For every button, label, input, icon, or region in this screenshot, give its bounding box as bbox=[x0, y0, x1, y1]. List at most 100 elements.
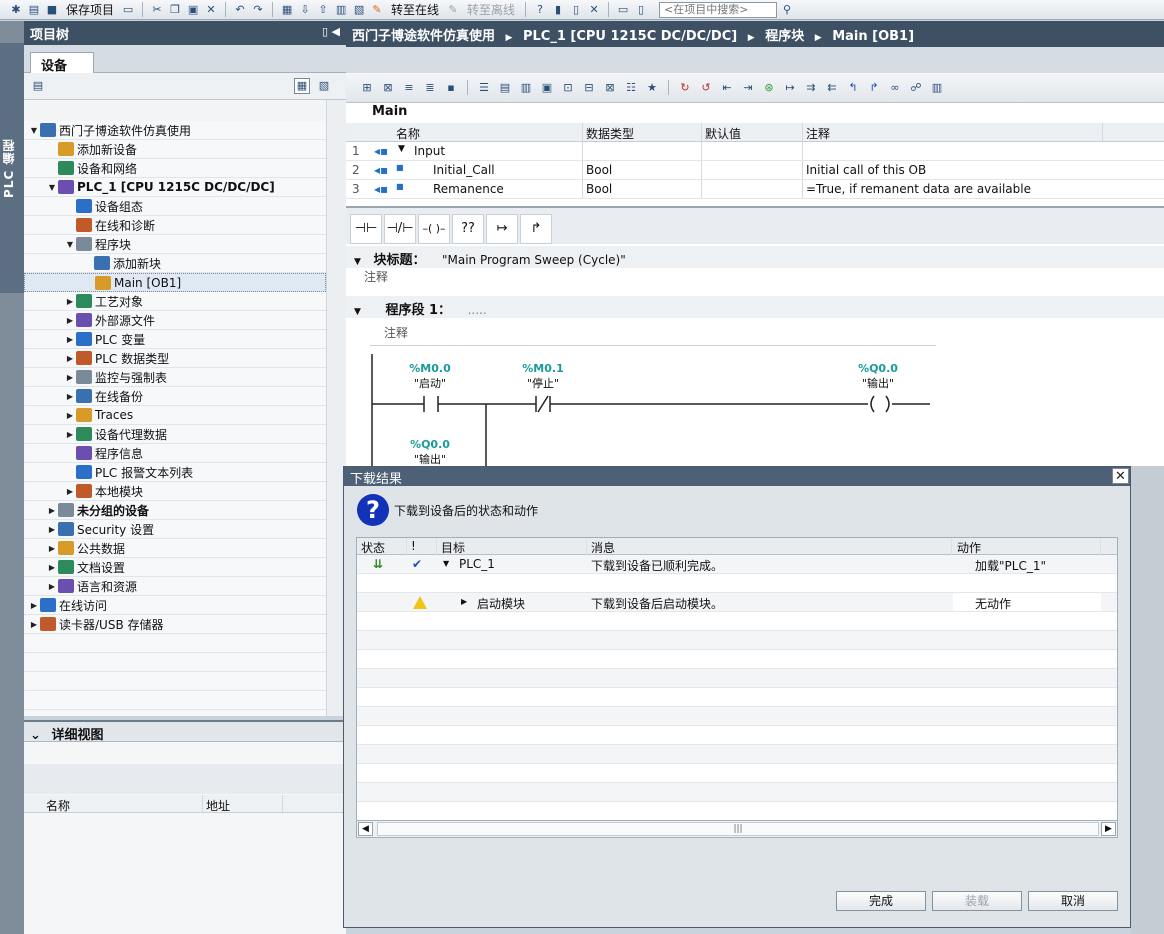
coil-output-label[interactable]: %Q0.0 "输出" bbox=[852, 362, 904, 391]
chevron-right-icon[interactable]: ▶ bbox=[28, 620, 40, 629]
open-branch-button[interactable]: ↦ bbox=[486, 214, 518, 244]
tree-item[interactable]: ▶ 在线备份 bbox=[24, 387, 326, 406]
no-contact-button[interactable]: ⊣⊢ bbox=[350, 214, 382, 244]
tree-item[interactable]: PLC 报警文本列表 bbox=[24, 463, 326, 482]
col-default[interactable]: 默认值 bbox=[705, 125, 741, 142]
tree-item[interactable]: 设备组态 bbox=[24, 197, 326, 216]
expand-networks-icon[interactable]: ▤ bbox=[496, 80, 514, 96]
block-comment[interactable]: 注释 bbox=[364, 268, 388, 285]
delete-icon[interactable]: ✕ bbox=[203, 2, 219, 18]
chevron-right-icon[interactable]: ▶ bbox=[46, 582, 58, 591]
search-icon[interactable]: ⚲ bbox=[779, 2, 795, 18]
action-cell[interactable]: 加载"PLC_1" bbox=[975, 557, 1046, 574]
chevron-down-icon[interactable]: ▼ bbox=[28, 126, 40, 135]
chevron-right-icon[interactable]: ▶ bbox=[64, 430, 76, 439]
tree-item[interactable]: ▶ PLC 变量 bbox=[24, 330, 326, 349]
breadcrumb-project[interactable]: 西门子博途软件仿真使用 bbox=[352, 29, 495, 44]
block-title-row[interactable]: ▼ 块标题： "Main Program Sweep (Cycle)" bbox=[346, 246, 1164, 268]
address-display-icon[interactable]: ⊟ bbox=[580, 80, 598, 96]
chevron-right-icon[interactable]: ▶ bbox=[64, 487, 76, 496]
tree-item[interactable]: ▶ 在线访问 bbox=[24, 596, 326, 615]
tree-item[interactable]: ▶ 工艺对象 bbox=[24, 292, 326, 311]
tree-item[interactable]: ▶ 监控与强制表 bbox=[24, 368, 326, 387]
empty-box-button[interactable]: ?? bbox=[452, 214, 484, 244]
chevron-right-icon[interactable]: ▶ bbox=[64, 354, 76, 363]
favorites-icon[interactable]: ⊠ bbox=[601, 80, 619, 96]
breadcrumb-plc[interactable]: PLC_1 [CPU 1215C DC/DC/DC] bbox=[523, 29, 737, 44]
call-icon[interactable]: ↰ bbox=[844, 80, 862, 96]
tree-item[interactable]: ▼ 程序块 bbox=[24, 235, 326, 254]
table-row[interactable] bbox=[357, 574, 1117, 593]
tree-item[interactable]: 添加新块 bbox=[24, 254, 326, 273]
interface-row[interactable]: 3 ◂▪ ■ Remanence Bool =True, if remanent… bbox=[346, 180, 1164, 199]
outdent-icon[interactable]: ⇇ bbox=[823, 80, 841, 96]
chevron-right-icon[interactable]: ▶ bbox=[64, 411, 76, 420]
delete-network-icon[interactable]: ⊠ bbox=[379, 80, 397, 96]
split-horizontal-icon[interactable]: ▯ bbox=[568, 2, 584, 18]
action-select[interactable]: 无动作 bbox=[953, 593, 1101, 611]
col-type[interactable]: 数据类型 bbox=[586, 125, 634, 142]
accessible-devices-icon[interactable]: ▧ bbox=[351, 2, 367, 18]
contact-output-label[interactable]: %Q0.0 "输出" bbox=[404, 438, 456, 467]
detail-view-header[interactable]: ⌄ 详细视图 bbox=[24, 720, 346, 743]
close-icon[interactable]: ✕ bbox=[1112, 468, 1129, 484]
network-row[interactable]: ▼ 程序段 1： ..... bbox=[346, 296, 1164, 318]
list-icon[interactable]: ☷ bbox=[622, 80, 640, 96]
chevron-right-icon[interactable]: ▶ bbox=[64, 316, 76, 325]
interface-row[interactable]: 2 ◂▪ ■ Initial_Call Bool Initial call of… bbox=[346, 161, 1164, 180]
detail-col-address[interactable]: 地址 bbox=[206, 797, 230, 814]
coil-button[interactable]: –( )– bbox=[418, 214, 450, 244]
table-row[interactable]: ▶ 启动模块 下载到设备后启动模块。 无动作 bbox=[357, 593, 1117, 612]
cancel-button[interactable]: 取消 bbox=[1028, 891, 1118, 911]
close-editor-icon[interactable]: ✕ bbox=[586, 2, 602, 18]
tree-item[interactable]: ▶ 未分组的设备 bbox=[24, 501, 326, 520]
go-online-button[interactable]: 转至在线 bbox=[391, 1, 439, 18]
symbolic-operand-icon[interactable]: ⊡ bbox=[559, 80, 577, 96]
contact-stop-label[interactable]: %M0.1 "停止" bbox=[517, 362, 569, 391]
monitoring-on-icon[interactable]: ☍ bbox=[907, 80, 925, 96]
add-row-icon[interactable]: ≣ bbox=[421, 80, 439, 96]
diagnostics-icon[interactable]: ? bbox=[532, 2, 548, 18]
detail-col-name[interactable]: 名称 bbox=[46, 797, 70, 814]
output-coil[interactable] bbox=[870, 395, 875, 413]
next-error-icon[interactable]: ↺ bbox=[697, 80, 715, 96]
breadcrumb-blocks[interactable]: 程序块 bbox=[765, 29, 804, 44]
finish-button[interactable]: 完成 bbox=[836, 891, 926, 911]
overview-icon[interactable]: ▦ bbox=[294, 78, 310, 94]
bookmark-icon[interactable]: ★ bbox=[643, 80, 661, 96]
copy-icon[interactable]: ❐ bbox=[167, 2, 183, 18]
tree-item[interactable]: 在线和诊断 bbox=[24, 216, 326, 235]
save-icon[interactable]: ■ bbox=[44, 2, 60, 18]
scroll-left-icon[interactable]: ◀ bbox=[358, 822, 373, 836]
absolute-operand-icon[interactable]: ▪ bbox=[442, 80, 460, 96]
tree-item[interactable]: Main [OB1] bbox=[24, 273, 326, 292]
print-icon[interactable]: ▭ bbox=[120, 2, 136, 18]
interface-row[interactable]: 1 ◂▪ ▼ Input bbox=[346, 142, 1164, 161]
chevron-right-icon[interactable]: ▶ bbox=[64, 392, 76, 401]
align-icon[interactable]: ☰ bbox=[475, 80, 493, 96]
simulation-icon[interactable]: ▥ bbox=[333, 2, 349, 18]
chevron-right-icon[interactable]: ▶ bbox=[46, 506, 58, 515]
contact-start-label[interactable]: %M0.0 "启动" bbox=[404, 362, 456, 391]
chevron-right-icon[interactable]: ▶ bbox=[46, 563, 58, 572]
undo-icon[interactable]: ↶ bbox=[232, 2, 248, 18]
pin-icon[interactable]: ▯ ◀ bbox=[322, 25, 340, 38]
collapse-networks-icon[interactable]: ▥ bbox=[517, 80, 535, 96]
chevron-right-icon[interactable]: ▶ bbox=[64, 335, 76, 344]
col-comment[interactable]: 注释 bbox=[806, 125, 830, 142]
split-vertical-icon[interactable]: ▮ bbox=[550, 2, 566, 18]
collapse-icon[interactable]: ▼ bbox=[354, 257, 361, 267]
insert-row-icon[interactable]: ≡ bbox=[400, 80, 418, 96]
breadcrumb-main[interactable]: Main [OB1] bbox=[832, 29, 914, 44]
monitor-icon[interactable]: ⊛ bbox=[760, 80, 778, 96]
nc-contact-button[interactable]: ⊣/⊢ bbox=[384, 214, 416, 244]
table-row[interactable]: ⇊ ✔ ▼ PLC_1 下载到设备已顺利完成。 加载"PLC_1" bbox=[357, 555, 1117, 574]
expand-right-icon[interactable]: ▶ bbox=[461, 597, 467, 606]
block-title-value[interactable]: "Main Program Sweep (Cycle)" bbox=[442, 253, 626, 267]
new-project-icon[interactable]: ✱ bbox=[8, 2, 24, 18]
tree-item[interactable]: 添加新设备 bbox=[24, 140, 326, 159]
goto-icon[interactable]: ↦ bbox=[781, 80, 799, 96]
tree-item[interactable]: ▶ 外部源文件 bbox=[24, 311, 326, 330]
cut-icon[interactable]: ✂ bbox=[149, 2, 165, 18]
project-search-input[interactable] bbox=[659, 1, 778, 18]
